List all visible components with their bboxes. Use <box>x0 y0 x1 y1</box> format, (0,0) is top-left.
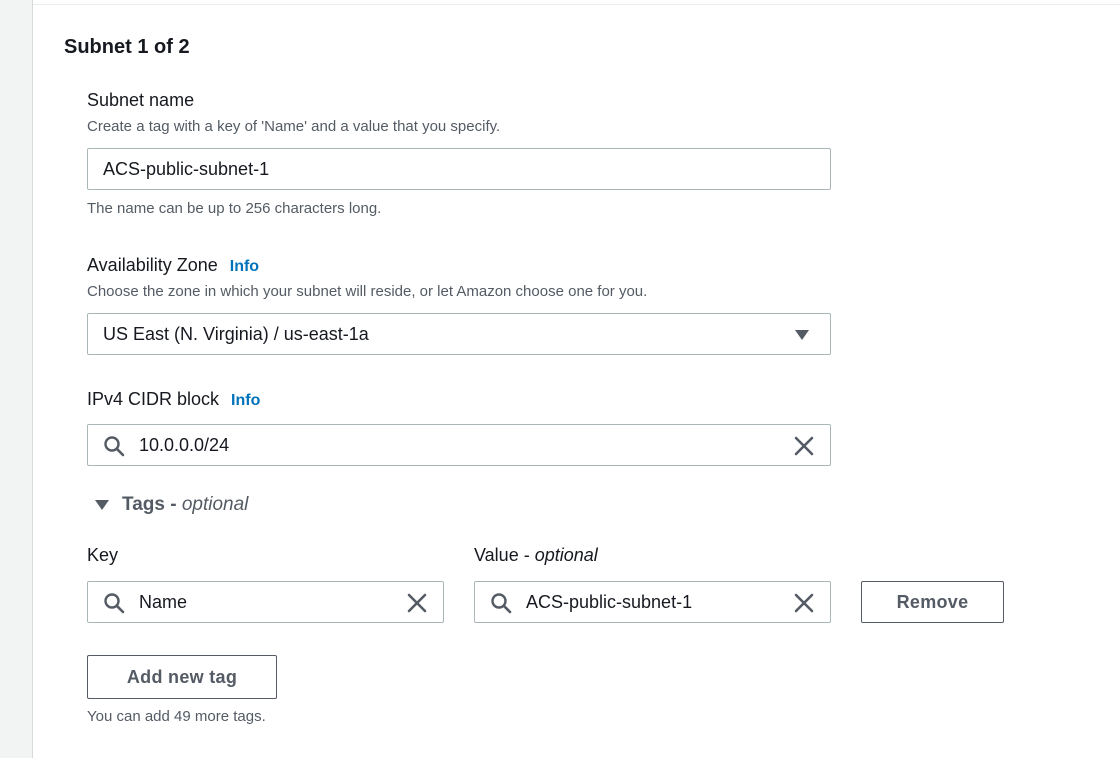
tag-key-header: Key <box>87 545 119 565</box>
ipv4-cidr-info-link[interactable]: Info <box>231 392 260 409</box>
subnet-name-label: Subnet name <box>87 90 195 110</box>
tag-key-input[interactable]: Name <box>87 581 444 623</box>
add-new-tag-button[interactable]: Add new tag <box>87 655 277 699</box>
subnet-settings-panel: Subnet 1 of 2 Subnet name Create a tag w… <box>32 0 1120 758</box>
availability-zone-label-text: Availability Zone <box>87 255 218 275</box>
availability-zone-label: Availability Zone Info <box>87 255 259 276</box>
remove-tag-button[interactable]: Remove <box>861 581 1004 623</box>
tag-value-header-text: Value - <box>474 545 535 565</box>
availability-zone-description: Choose the zone in which your subnet wil… <box>87 283 648 300</box>
caret-down-icon <box>795 330 809 340</box>
tags-expander[interactable]: Tags - optional <box>95 494 248 516</box>
caret-down-icon <box>95 499 109 510</box>
close-icon[interactable] <box>793 592 815 614</box>
ipv4-cidr-value: 10.0.0.0/24 <box>139 435 230 455</box>
ipv4-cidr-label: IPv4 CIDR block Info <box>87 389 260 410</box>
ipv4-cidr-input[interactable]: 10.0.0.0/24 <box>87 424 831 466</box>
availability-zone-value: US East (N. Virginia) / us-east-1a <box>103 324 369 344</box>
tag-key-value: Name <box>139 592 188 612</box>
subnet-name-input[interactable]: ACS-public-subnet-1 <box>87 148 831 190</box>
availability-zone-info-link[interactable]: Info <box>230 258 259 275</box>
subnet-heading: Subnet 1 of 2 <box>64 36 190 58</box>
divider <box>33 4 1120 5</box>
subnet-name-value: ACS-public-subnet-1 <box>103 159 270 179</box>
tag-value-header: Value - optional <box>474 545 598 566</box>
availability-zone-select[interactable]: US East (N. Virginia) / us-east-1a <box>87 313 831 355</box>
tags-toggle-label: Tags - <box>122 494 182 515</box>
subnet-name-hint: The name can be up to 256 characters lon… <box>87 200 382 217</box>
tags-remaining-hint: You can add 49 more tags. <box>87 708 266 725</box>
close-icon[interactable] <box>406 592 428 614</box>
close-icon[interactable] <box>793 435 815 457</box>
tag-value-header-optional: optional <box>534 545 598 565</box>
tag-value-input[interactable]: ACS-public-subnet-1 <box>474 581 831 623</box>
subnet-name-description: Create a tag with a key of 'Name' and a … <box>87 118 501 135</box>
tag-value-value: ACS-public-subnet-1 <box>526 592 693 612</box>
search-icon <box>104 593 125 614</box>
tags-toggle-optional: optional <box>181 494 249 515</box>
ipv4-cidr-label-text: IPv4 CIDR block <box>87 389 220 409</box>
search-icon <box>104 436 125 457</box>
search-icon <box>491 593 512 614</box>
